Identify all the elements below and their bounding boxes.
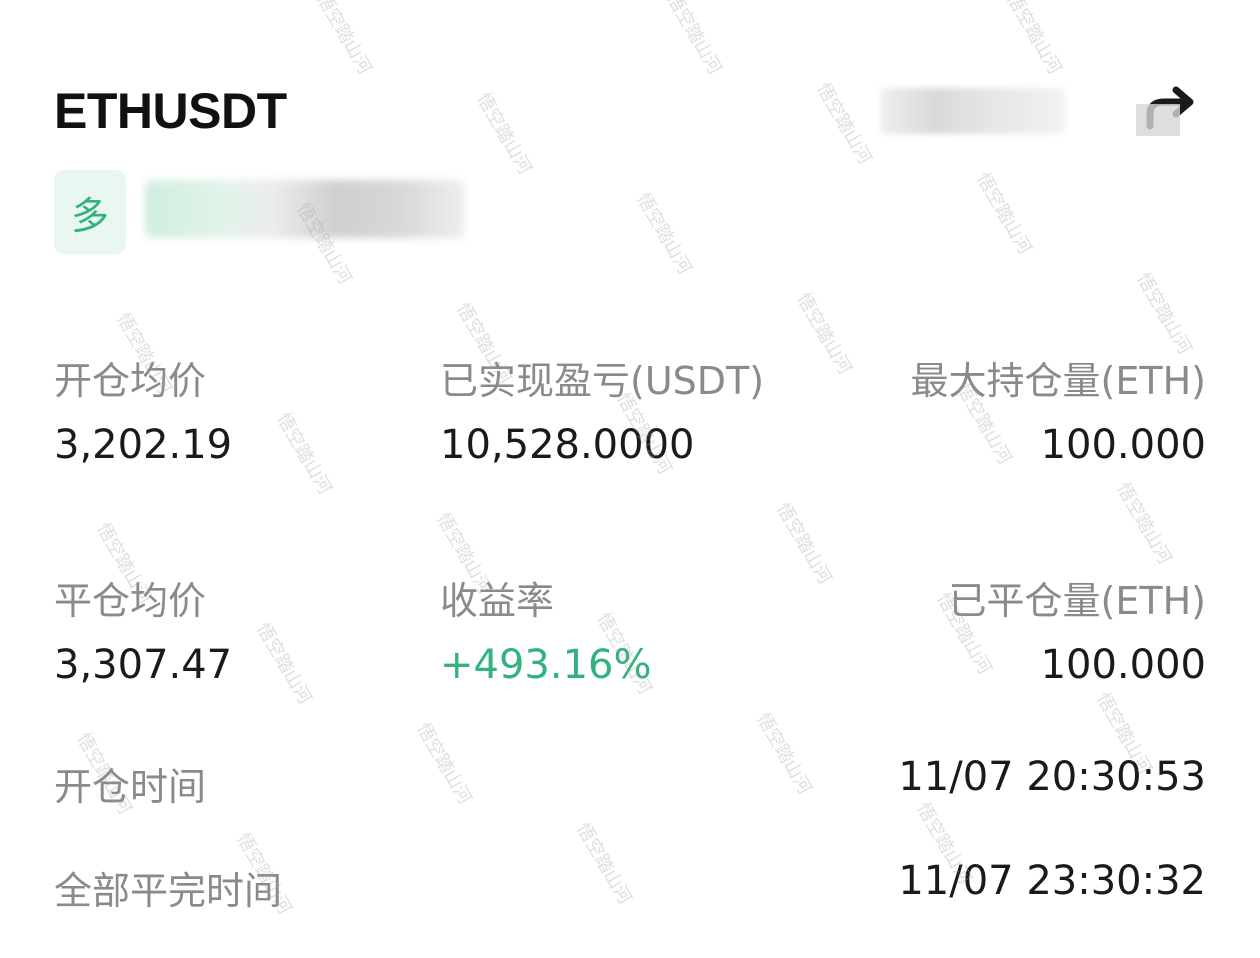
watermark-text: 悟空踏山河 <box>792 289 856 378</box>
close-time-value: 11/07 23:30:32 <box>898 858 1206 904</box>
max-position-label: 最大持仓量(ETH) <box>910 359 1206 403</box>
open-avg-price-value: 3,202.19 <box>54 422 233 468</box>
watermark-text: 悟空踏山河 <box>312 0 376 78</box>
realized-pnl-value: 10,528.0000 <box>440 422 695 468</box>
watermark-text: 悟空踏山河 <box>572 819 636 908</box>
watermark-text: 悟空踏山河 <box>272 409 336 498</box>
open-time-value: 11/07 20:30:53 <box>898 754 1206 800</box>
roi-value: +493.16% <box>440 642 652 688</box>
watermark-text: 悟空踏山河 <box>252 619 316 708</box>
side-badge-label: 多 <box>70 193 109 238</box>
watermark-text: 悟空踏山河 <box>812 79 876 168</box>
roi-label: 收益率 <box>440 579 555 623</box>
watermark-text: 悟空踏山河 <box>1132 269 1196 358</box>
closed-qty-label: 已平仓量(ETH) <box>948 579 1206 623</box>
long-side-badge: 多 <box>54 170 126 254</box>
blurred-position-info <box>145 180 465 238</box>
open-time-label: 开仓时间 <box>54 765 207 809</box>
symbol-title: ETHUSDT <box>54 83 287 139</box>
watermark-text: 悟空踏山河 <box>662 0 726 78</box>
closed-qty-value: 100.000 <box>1040 642 1206 688</box>
watermark-text: 悟空踏山河 <box>412 719 476 808</box>
watermark-text: 悟空踏山河 <box>632 189 696 278</box>
watermark-text: 悟空踏山河 <box>972 169 1036 258</box>
watermark-text: 悟空踏山河 <box>1002 0 1066 78</box>
max-position-value: 100.000 <box>1040 422 1206 468</box>
close-avg-price-value: 3,307.47 <box>54 642 233 688</box>
watermark-text: 悟空踏山河 <box>772 499 836 588</box>
realized-pnl-label: 已实现盈亏(USDT) <box>440 359 765 403</box>
watermark-text: 悟空踏山河 <box>752 709 816 798</box>
watermark-text: 悟空踏山河 <box>1112 479 1176 568</box>
close-avg-price-label: 平仓均价 <box>54 579 207 623</box>
watermark-text: 悟空踏山河 <box>472 89 536 178</box>
blurred-header-text <box>880 88 1065 134</box>
close-time-label: 全部平完时间 <box>54 869 283 913</box>
share-icon[interactable] <box>1132 74 1206 138</box>
open-avg-price-label: 开仓均价 <box>54 359 207 403</box>
